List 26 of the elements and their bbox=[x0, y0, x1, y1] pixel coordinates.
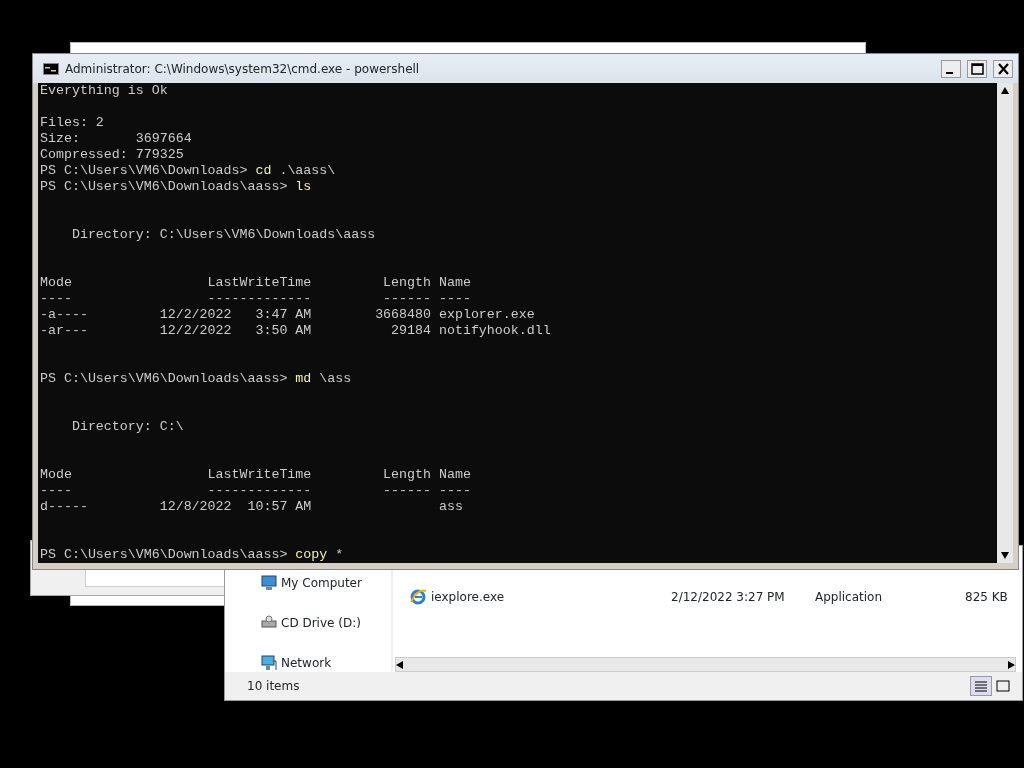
file-date: 2/12/2022 3:27 PM bbox=[671, 589, 786, 606]
file-size: 825 KB bbox=[965, 589, 1008, 606]
console-command-line: PS C:\Users\VM6\Downloads\aass> md \ass bbox=[40, 371, 353, 387]
console-output-line: -a---- 12/2/2022 3:47 AM 3668480 explorer.exe bbox=[40, 307, 536, 323]
console-output-line: Files: 2 bbox=[40, 115, 105, 131]
file-name[interactable]: iexplore.exe bbox=[431, 588, 671, 606]
console-output-line: ---- ------------- ------ ---- bbox=[40, 291, 472, 307]
console-command-line: PS C:\Users\VM6\Downloads\aass> copy * bbox=[40, 547, 345, 563]
console-output-line: Size: 3697664 bbox=[40, 131, 193, 147]
console-output-line: Compressed: 779325 bbox=[40, 147, 185, 163]
sidebar-item[interactable]: My Computer bbox=[281, 574, 362, 592]
window-title: Administrator: C:\Windows\system32\cmd.exe - powershell bbox=[65, 60, 421, 78]
console-output-line: Mode LastWriteTime Length Name bbox=[40, 275, 472, 291]
file-type: Application bbox=[815, 589, 884, 606]
sidebar-item[interactable]: Network bbox=[281, 654, 332, 672]
console-output-line: Everything is Ok bbox=[40, 83, 169, 99]
console-output-line: Directory: C:\ bbox=[70, 419, 185, 435]
console-output-line: Directory: C:\Users\VM6\Downloads\aass bbox=[70, 227, 377, 243]
console-command-line: PS C:\Users\VM6\Downloads\aass> ls bbox=[40, 179, 313, 195]
status-text: 10 items bbox=[247, 678, 300, 695]
console-output-line: Mode LastWriteTime Length Name bbox=[40, 467, 472, 483]
console-output-line: d----- 12/8/2022 10:57 AM ass bbox=[40, 499, 464, 515]
sidebar-item[interactable]: CD Drive (D:) bbox=[281, 614, 361, 632]
console-command-line: PS C:\Users\VM6\Downloads> cd .\aass\ bbox=[40, 163, 337, 179]
console-output-line: ---- ------------- ------ ---- bbox=[40, 483, 472, 499]
console-output-line: -ar--- 12/2/2022 3:50 AM 29184 notifyhook.dll bbox=[40, 323, 552, 339]
